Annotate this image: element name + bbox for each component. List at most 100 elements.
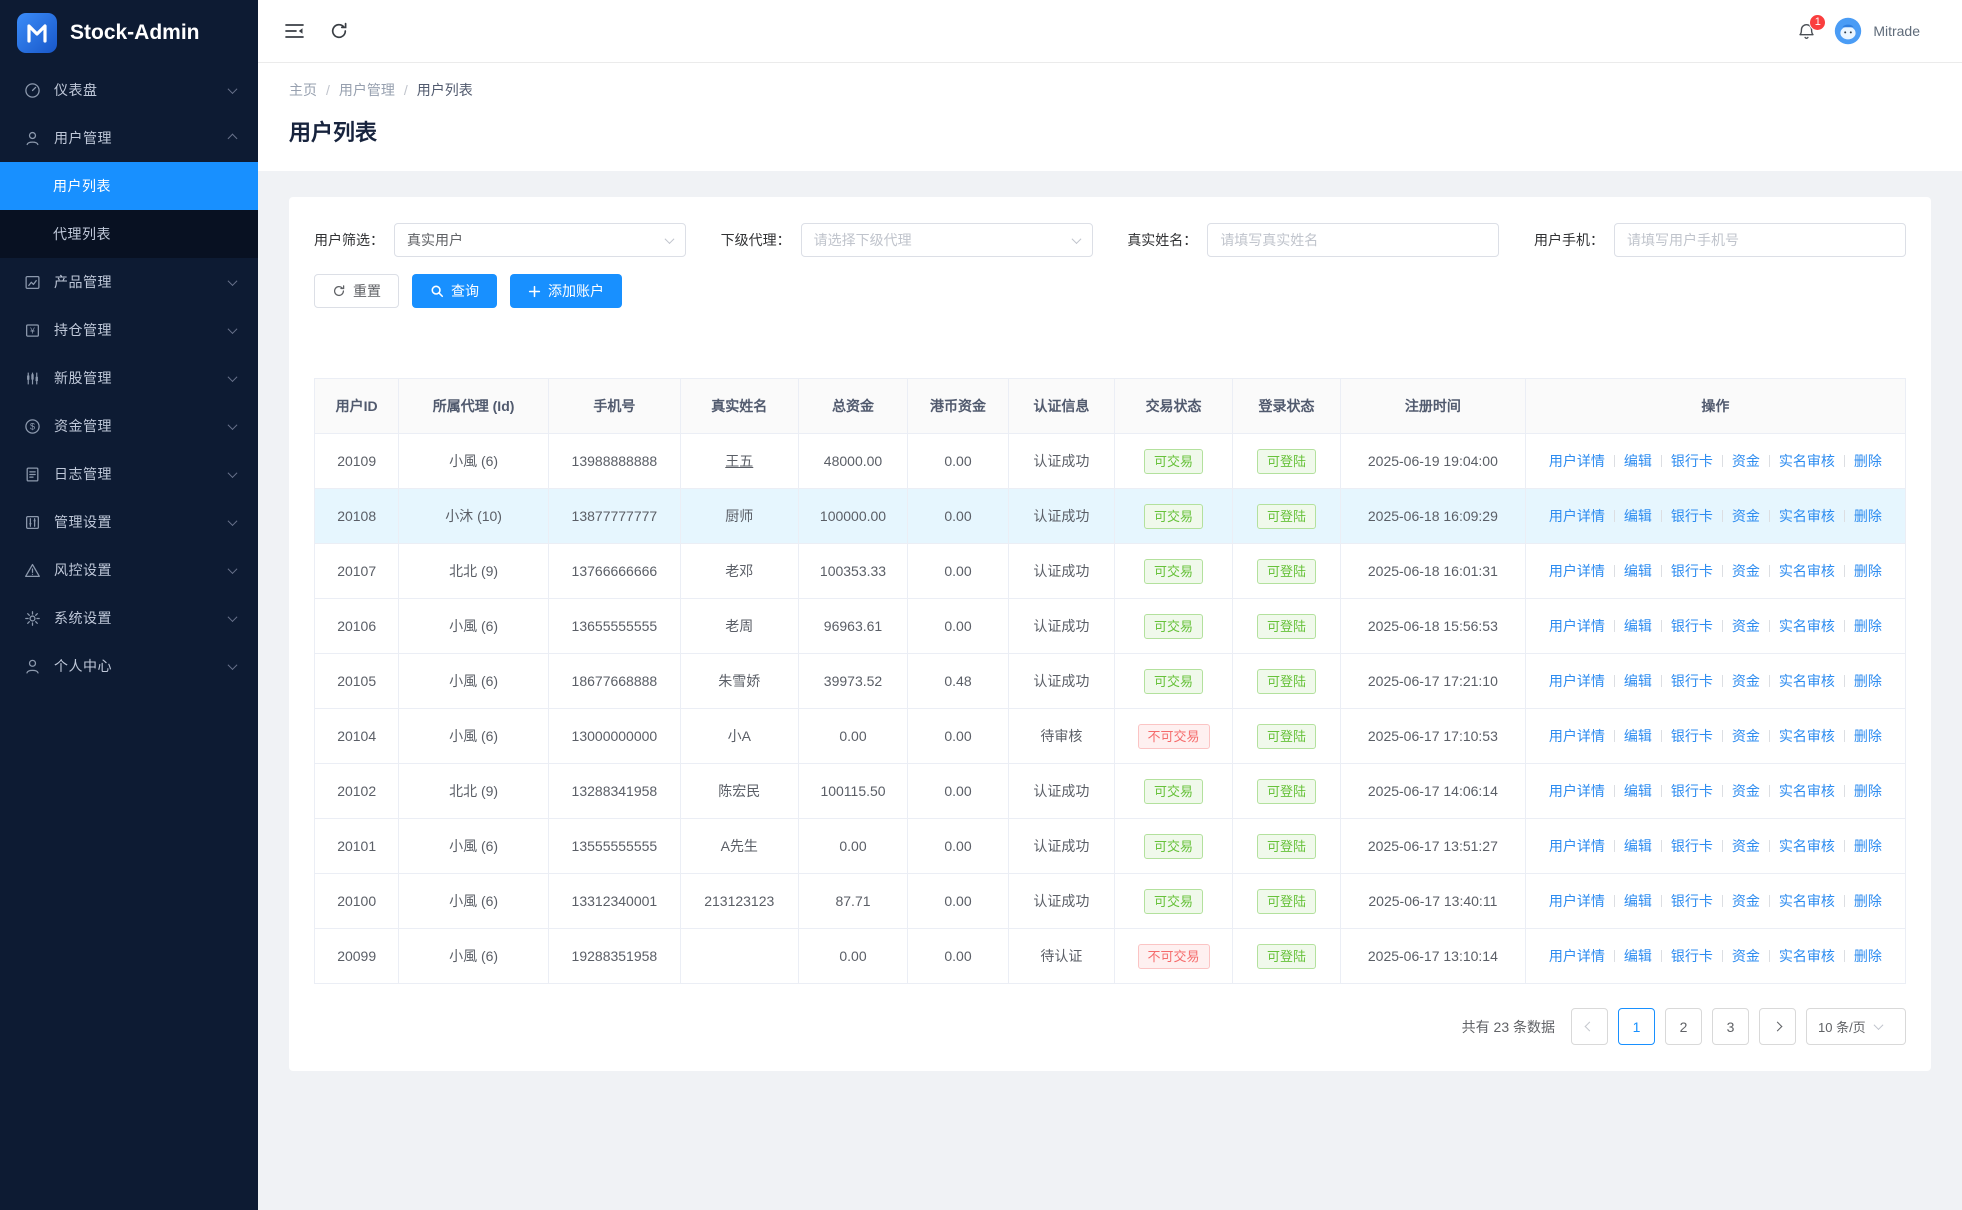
table-row[interactable]: 20105 小風 (6) 18677668888 朱雪娇 39973.52 0.…: [315, 654, 1906, 709]
action-delete-link[interactable]: 删除: [1854, 893, 1882, 909]
page-button-1[interactable]: 1: [1618, 1008, 1655, 1045]
table-row[interactable]: 20099 小風 (6) 19288351958 0.00 0.00 待认证 不…: [315, 929, 1906, 984]
sidebar-item-user-list[interactable]: 用户列表: [0, 162, 258, 210]
sidebar-item-dashboard[interactable]: 仪表盘: [0, 66, 258, 114]
action-bank-card-link[interactable]: 银行卡: [1671, 893, 1713, 909]
action-bank-card-link[interactable]: 银行卡: [1671, 563, 1713, 579]
action-funds-link[interactable]: 资金: [1732, 673, 1760, 689]
action-kyc-audit-link[interactable]: 实名审核: [1779, 508, 1835, 524]
sidebar-item-funds-management[interactable]: $ 资金管理: [0, 402, 258, 450]
action-bank-card-link[interactable]: 银行卡: [1671, 673, 1713, 689]
action-edit-link[interactable]: 编辑: [1624, 508, 1652, 524]
sidebar-item-admin-settings[interactable]: 管理设置: [0, 498, 258, 546]
action-delete-link[interactable]: 删除: [1854, 508, 1882, 524]
action-funds-link[interactable]: 资金: [1732, 893, 1760, 909]
action-kyc-audit-link[interactable]: 实名审核: [1779, 783, 1835, 799]
action-user-detail-link[interactable]: 用户详情: [1549, 618, 1605, 634]
action-funds-link[interactable]: 资金: [1732, 728, 1760, 744]
sidebar-item-risk-settings[interactable]: 风控设置: [0, 546, 258, 594]
action-delete-link[interactable]: 删除: [1854, 783, 1882, 799]
action-user-detail-link[interactable]: 用户详情: [1549, 783, 1605, 799]
action-funds-link[interactable]: 资金: [1732, 783, 1760, 799]
action-bank-card-link[interactable]: 银行卡: [1671, 508, 1713, 524]
username[interactable]: Mitrade: [1873, 23, 1920, 39]
action-edit-link[interactable]: 编辑: [1624, 728, 1652, 744]
action-kyc-audit-link[interactable]: 实名审核: [1779, 893, 1835, 909]
action-kyc-audit-link[interactable]: 实名审核: [1779, 948, 1835, 964]
sidebar-item-position-management[interactable]: ¥ 持仓管理: [0, 306, 258, 354]
action-funds-link[interactable]: 资金: [1732, 508, 1760, 524]
action-bank-card-link[interactable]: 银行卡: [1671, 453, 1713, 469]
action-delete-link[interactable]: 删除: [1854, 563, 1882, 579]
action-delete-link[interactable]: 删除: [1854, 948, 1882, 964]
sidebar-item-system-settings[interactable]: 系统设置: [0, 594, 258, 642]
table-row[interactable]: 20109 小風 (6) 13988888888 王五 48000.00 0.0…: [315, 434, 1906, 489]
action-user-detail-link[interactable]: 用户详情: [1549, 563, 1605, 579]
sidebar-item-ipo-management[interactable]: 新股管理: [0, 354, 258, 402]
action-kyc-audit-link[interactable]: 实名审核: [1779, 453, 1835, 469]
action-bank-card-link[interactable]: 银行卡: [1671, 948, 1713, 964]
action-bank-card-link[interactable]: 银行卡: [1671, 618, 1713, 634]
search-button[interactable]: 查询: [412, 274, 497, 308]
sidebar-item-user-management[interactable]: 用户管理: [0, 114, 258, 162]
logo-row[interactable]: Stock-Admin: [0, 0, 258, 66]
action-kyc-audit-link[interactable]: 实名审核: [1779, 838, 1835, 854]
sidebar-item-product-management[interactable]: 产品管理: [0, 258, 258, 306]
table-row[interactable]: 20100 小風 (6) 13312340001 213123123 87.71…: [315, 874, 1906, 929]
action-edit-link[interactable]: 编辑: [1624, 948, 1652, 964]
action-delete-link[interactable]: 删除: [1854, 453, 1882, 469]
action-funds-link[interactable]: 资金: [1732, 948, 1760, 964]
sidebar-fold-icon[interactable]: [284, 22, 305, 40]
action-edit-link[interactable]: 编辑: [1624, 838, 1652, 854]
refresh-icon[interactable]: [329, 21, 349, 41]
action-edit-link[interactable]: 编辑: [1624, 783, 1652, 799]
action-funds-link[interactable]: 资金: [1732, 618, 1760, 634]
action-kyc-audit-link[interactable]: 实名审核: [1779, 728, 1835, 744]
page-button-3[interactable]: 3: [1712, 1008, 1749, 1045]
sidebar-item-log-management[interactable]: 日志管理: [0, 450, 258, 498]
action-delete-link[interactable]: 删除: [1854, 673, 1882, 689]
action-kyc-audit-link[interactable]: 实名审核: [1779, 563, 1835, 579]
action-user-detail-link[interactable]: 用户详情: [1549, 728, 1605, 744]
breadcrumb-user-management[interactable]: 用户管理: [339, 80, 395, 100]
notification-bell-icon[interactable]: 1: [1796, 21, 1817, 42]
action-edit-link[interactable]: 编辑: [1624, 618, 1652, 634]
action-user-detail-link[interactable]: 用户详情: [1549, 673, 1605, 689]
table-row[interactable]: 20108 小沐 (10) 13877777777 厨师 100000.00 0…: [315, 489, 1906, 544]
action-edit-link[interactable]: 编辑: [1624, 893, 1652, 909]
page-button-2[interactable]: 2: [1665, 1008, 1702, 1045]
table-row[interactable]: 20102 北北 (9) 13288341958 陈宏民 100115.50 0…: [315, 764, 1906, 819]
action-funds-link[interactable]: 资金: [1732, 453, 1760, 469]
next-page-button[interactable]: [1759, 1008, 1796, 1045]
table-row[interactable]: 20104 小風 (6) 13000000000 小A 0.00 0.00 待审…: [315, 709, 1906, 764]
table-row[interactable]: 20106 小風 (6) 13655555555 老周 96963.61 0.0…: [315, 599, 1906, 654]
table-row[interactable]: 20101 小風 (6) 13555555555 A先生 0.00 0.00 认…: [315, 819, 1906, 874]
action-bank-card-link[interactable]: 银行卡: [1671, 838, 1713, 854]
user-filter-select[interactable]: 真实用户: [394, 223, 686, 257]
action-edit-link[interactable]: 编辑: [1624, 673, 1652, 689]
action-user-detail-link[interactable]: 用户详情: [1549, 948, 1605, 964]
sub-agent-select[interactable]: 请选择下级代理: [801, 223, 1093, 257]
breadcrumb-home[interactable]: 主页: [289, 80, 317, 100]
user-phone-input[interactable]: [1614, 223, 1906, 257]
action-user-detail-link[interactable]: 用户详情: [1549, 893, 1605, 909]
action-bank-card-link[interactable]: 银行卡: [1671, 728, 1713, 744]
action-user-detail-link[interactable]: 用户详情: [1549, 453, 1605, 469]
action-delete-link[interactable]: 删除: [1854, 618, 1882, 634]
table-row[interactable]: 20107 北北 (9) 13766666666 老邓 100353.33 0.…: [315, 544, 1906, 599]
sidebar-item-agent-list[interactable]: 代理列表: [0, 210, 258, 258]
add-account-button[interactable]: 添加账户: [510, 274, 622, 308]
action-user-detail-link[interactable]: 用户详情: [1549, 508, 1605, 524]
real-name-input[interactable]: [1207, 223, 1499, 257]
page-size-select[interactable]: 10 条/页: [1806, 1008, 1906, 1045]
action-funds-link[interactable]: 资金: [1732, 838, 1760, 854]
action-delete-link[interactable]: 删除: [1854, 838, 1882, 854]
action-user-detail-link[interactable]: 用户详情: [1549, 838, 1605, 854]
reset-button[interactable]: 重置: [314, 274, 399, 308]
avatar[interactable]: [1834, 17, 1862, 45]
sidebar-item-profile-center[interactable]: 个人中心: [0, 642, 258, 690]
action-kyc-audit-link[interactable]: 实名审核: [1779, 618, 1835, 634]
action-edit-link[interactable]: 编辑: [1624, 563, 1652, 579]
action-funds-link[interactable]: 资金: [1732, 563, 1760, 579]
action-bank-card-link[interactable]: 银行卡: [1671, 783, 1713, 799]
